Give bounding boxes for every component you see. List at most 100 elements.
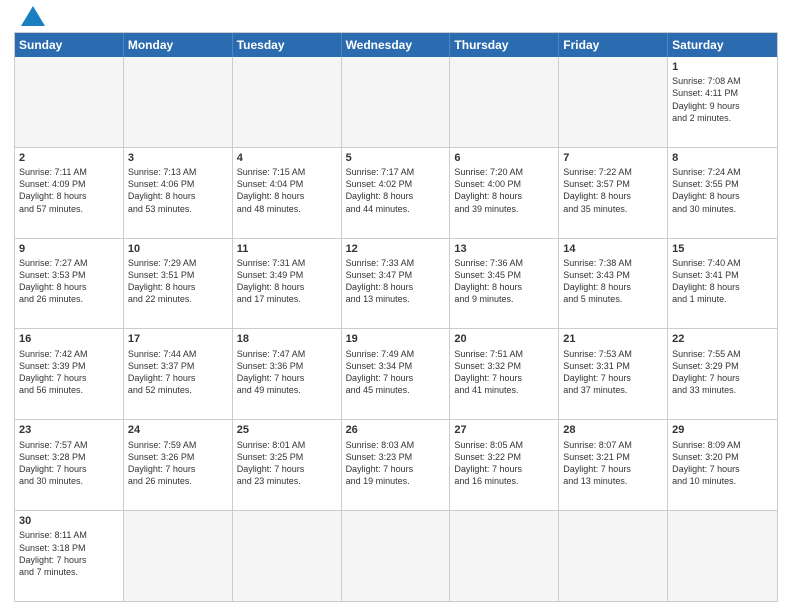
day-info: Sunrise: 7:44 AM Sunset: 3:37 PM Dayligh… — [128, 348, 228, 397]
day-info: Sunrise: 7:55 AM Sunset: 3:29 PM Dayligh… — [672, 348, 773, 397]
day-number: 11 — [237, 242, 337, 256]
day-number: 10 — [128, 242, 228, 256]
day-number: 18 — [237, 332, 337, 346]
cal-cell: 21 Sunrise: 7:53 AM Sunset: 3:31 PM Dayli… — [559, 329, 668, 419]
cal-cell: 5Sunrise: 7:17 AM Sunset: 4:02 PM Daylig… — [342, 148, 451, 238]
cal-header-wednesday: Wednesday — [342, 33, 451, 57]
cal-header-monday: Monday — [124, 33, 233, 57]
day-number: 25 — [237, 423, 337, 437]
day-info: Sunrise: 7:36 AM Sunset: 3:45 PM Dayligh… — [454, 257, 554, 306]
calendar-body: 1Sunrise: 7:08 AM Sunset: 4:11 PM Daylig… — [15, 57, 777, 601]
day-info: Sunrise: 7:51 AM Sunset: 3:32 PM Dayligh… — [454, 348, 554, 397]
cal-week-2: 9Sunrise: 7:27 AM Sunset: 3:53 PM Daylig… — [15, 239, 777, 330]
day-info: Sunrise: 7:15 AM Sunset: 4:04 PM Dayligh… — [237, 166, 337, 215]
day-number: 13 — [454, 242, 554, 256]
day-info: Sunrise: 7:27 AM Sunset: 3:53 PM Dayligh… — [19, 257, 119, 306]
cal-cell — [233, 511, 342, 601]
cal-cell: 4Sunrise: 7:15 AM Sunset: 4:04 PM Daylig… — [233, 148, 342, 238]
day-info: Sunrise: 7:42 AM Sunset: 3:39 PM Dayligh… — [19, 348, 119, 397]
header — [14, 10, 778, 26]
cal-cell: 10Sunrise: 7:29 AM Sunset: 3:51 PM Dayli… — [124, 239, 233, 329]
day-number: 1 — [672, 60, 773, 74]
day-info: Sunrise: 8:09 AM Sunset: 3:20 PM Dayligh… — [672, 439, 773, 488]
cal-cell: 24Sunrise: 7:59 AM Sunset: 3:26 PM Dayli… — [124, 420, 233, 510]
day-number: 15 — [672, 242, 773, 256]
cal-cell — [124, 57, 233, 147]
cal-cell: 6Sunrise: 7:20 AM Sunset: 4:00 PM Daylig… — [450, 148, 559, 238]
cal-cell — [15, 57, 124, 147]
cal-cell — [124, 511, 233, 601]
cal-header-thursday: Thursday — [450, 33, 559, 57]
day-info: Sunrise: 7:33 AM Sunset: 3:47 PM Dayligh… — [346, 257, 446, 306]
day-info: Sunrise: 7:11 AM Sunset: 4:09 PM Dayligh… — [19, 166, 119, 215]
cal-cell — [450, 511, 559, 601]
cal-cell: 20 Sunrise: 7:51 AM Sunset: 3:32 PM Dayli… — [450, 329, 559, 419]
day-number: 24 — [128, 423, 228, 437]
day-number: 14 — [563, 242, 663, 256]
cal-cell: 30Sunrise: 8:11 AM Sunset: 3:18 PM Dayli… — [15, 511, 124, 601]
day-info: Sunrise: 7:20 AM Sunset: 4:00 PM Dayligh… — [454, 166, 554, 215]
day-number: 6 — [454, 151, 554, 165]
day-info: Sunrise: 8:11 AM Sunset: 3:18 PM Dayligh… — [19, 529, 119, 578]
cal-cell — [233, 57, 342, 147]
cal-cell: 9Sunrise: 7:27 AM Sunset: 3:53 PM Daylig… — [15, 239, 124, 329]
logo-area — [14, 10, 45, 26]
cal-header-sunday: Sunday — [15, 33, 124, 57]
cal-cell — [342, 511, 451, 601]
cal-cell — [559, 57, 668, 147]
day-number: 20 — [454, 332, 554, 346]
day-info: Sunrise: 7:29 AM Sunset: 3:51 PM Dayligh… — [128, 257, 228, 306]
day-number: 2 — [19, 151, 119, 165]
day-number: 28 — [563, 423, 663, 437]
day-number: 21 — [563, 332, 663, 346]
day-info: Sunrise: 7:13 AM Sunset: 4:06 PM Dayligh… — [128, 166, 228, 215]
calendar-header-row: SundayMondayTuesdayWednesdayThursdayFrid… — [15, 33, 777, 57]
day-number: 29 — [672, 423, 773, 437]
cal-cell: 22Sunrise: 7:55 AM Sunset: 3:29 PM Dayli… — [668, 329, 777, 419]
cal-week-1: 2Sunrise: 7:11 AM Sunset: 4:09 PM Daylig… — [15, 148, 777, 239]
cal-cell — [342, 57, 451, 147]
day-number: 27 — [454, 423, 554, 437]
day-info: Sunrise: 8:05 AM Sunset: 3:22 PM Dayligh… — [454, 439, 554, 488]
cal-week-0: 1Sunrise: 7:08 AM Sunset: 4:11 PM Daylig… — [15, 57, 777, 148]
cal-cell: 13Sunrise: 7:36 AM Sunset: 3:45 PM Dayli… — [450, 239, 559, 329]
day-number: 12 — [346, 242, 446, 256]
cal-cell — [559, 511, 668, 601]
cal-cell: 8Sunrise: 7:24 AM Sunset: 3:55 PM Daylig… — [668, 148, 777, 238]
day-number: 8 — [672, 151, 773, 165]
day-number: 23 — [19, 423, 119, 437]
day-number: 3 — [128, 151, 228, 165]
day-number: 7 — [563, 151, 663, 165]
cal-cell: 17Sunrise: 7:44 AM Sunset: 3:37 PM Dayli… — [124, 329, 233, 419]
cal-cell: 11Sunrise: 7:31 AM Sunset: 3:49 PM Dayli… — [233, 239, 342, 329]
day-info: Sunrise: 7:08 AM Sunset: 4:11 PM Dayligh… — [672, 75, 773, 124]
day-info: Sunrise: 7:22 AM Sunset: 3:57 PM Dayligh… — [563, 166, 663, 215]
calendar: SundayMondayTuesdayWednesdayThursdayFrid… — [14, 32, 778, 602]
day-info: Sunrise: 7:31 AM Sunset: 3:49 PM Dayligh… — [237, 257, 337, 306]
cal-cell: 16 Sunrise: 7:42 AM Sunset: 3:39 PM Dayli… — [15, 329, 124, 419]
cal-week-3: 16 Sunrise: 7:42 AM Sunset: 3:39 PM Dayli… — [15, 329, 777, 420]
cal-cell: 12Sunrise: 7:33 AM Sunset: 3:47 PM Dayli… — [342, 239, 451, 329]
cal-cell: 14Sunrise: 7:38 AM Sunset: 3:43 PM Dayli… — [559, 239, 668, 329]
day-number: 26 — [346, 423, 446, 437]
cal-cell: 19 Sunrise: 7:49 AM Sunset: 3:34 PM Dayli… — [342, 329, 451, 419]
day-number: 16 — [19, 332, 119, 346]
cal-cell — [450, 57, 559, 147]
day-info: Sunrise: 7:38 AM Sunset: 3:43 PM Dayligh… — [563, 257, 663, 306]
day-info: Sunrise: 7:47 AM Sunset: 3:36 PM Dayligh… — [237, 348, 337, 397]
logo-triangle-icon — [21, 6, 45, 26]
cal-week-4: 23 Sunrise: 7:57 AM Sunset: 3:28 PM Dayli… — [15, 420, 777, 511]
cal-week-5: 30Sunrise: 8:11 AM Sunset: 3:18 PM Dayli… — [15, 511, 777, 601]
cal-cell: 28Sunrise: 8:07 AM Sunset: 3:21 PM Dayli… — [559, 420, 668, 510]
cal-cell: 2Sunrise: 7:11 AM Sunset: 4:09 PM Daylig… — [15, 148, 124, 238]
cal-cell — [668, 511, 777, 601]
day-info: Sunrise: 7:49 AM Sunset: 3:34 PM Dayligh… — [346, 348, 446, 397]
cal-cell: 1Sunrise: 7:08 AM Sunset: 4:11 PM Daylig… — [668, 57, 777, 147]
day-info: Sunrise: 7:53 AM Sunset: 3:31 PM Dayligh… — [563, 348, 663, 397]
cal-cell: 26Sunrise: 8:03 AM Sunset: 3:23 PM Dayli… — [342, 420, 451, 510]
day-number: 19 — [346, 332, 446, 346]
cal-cell: 18 Sunrise: 7:47 AM Sunset: 3:36 PM Dayli… — [233, 329, 342, 419]
cal-cell: 3Sunrise: 7:13 AM Sunset: 4:06 PM Daylig… — [124, 148, 233, 238]
day-info: Sunrise: 7:57 AM Sunset: 3:28 PM Dayligh… — [19, 439, 119, 488]
page: SundayMondayTuesdayWednesdayThursdayFrid… — [0, 0, 792, 612]
